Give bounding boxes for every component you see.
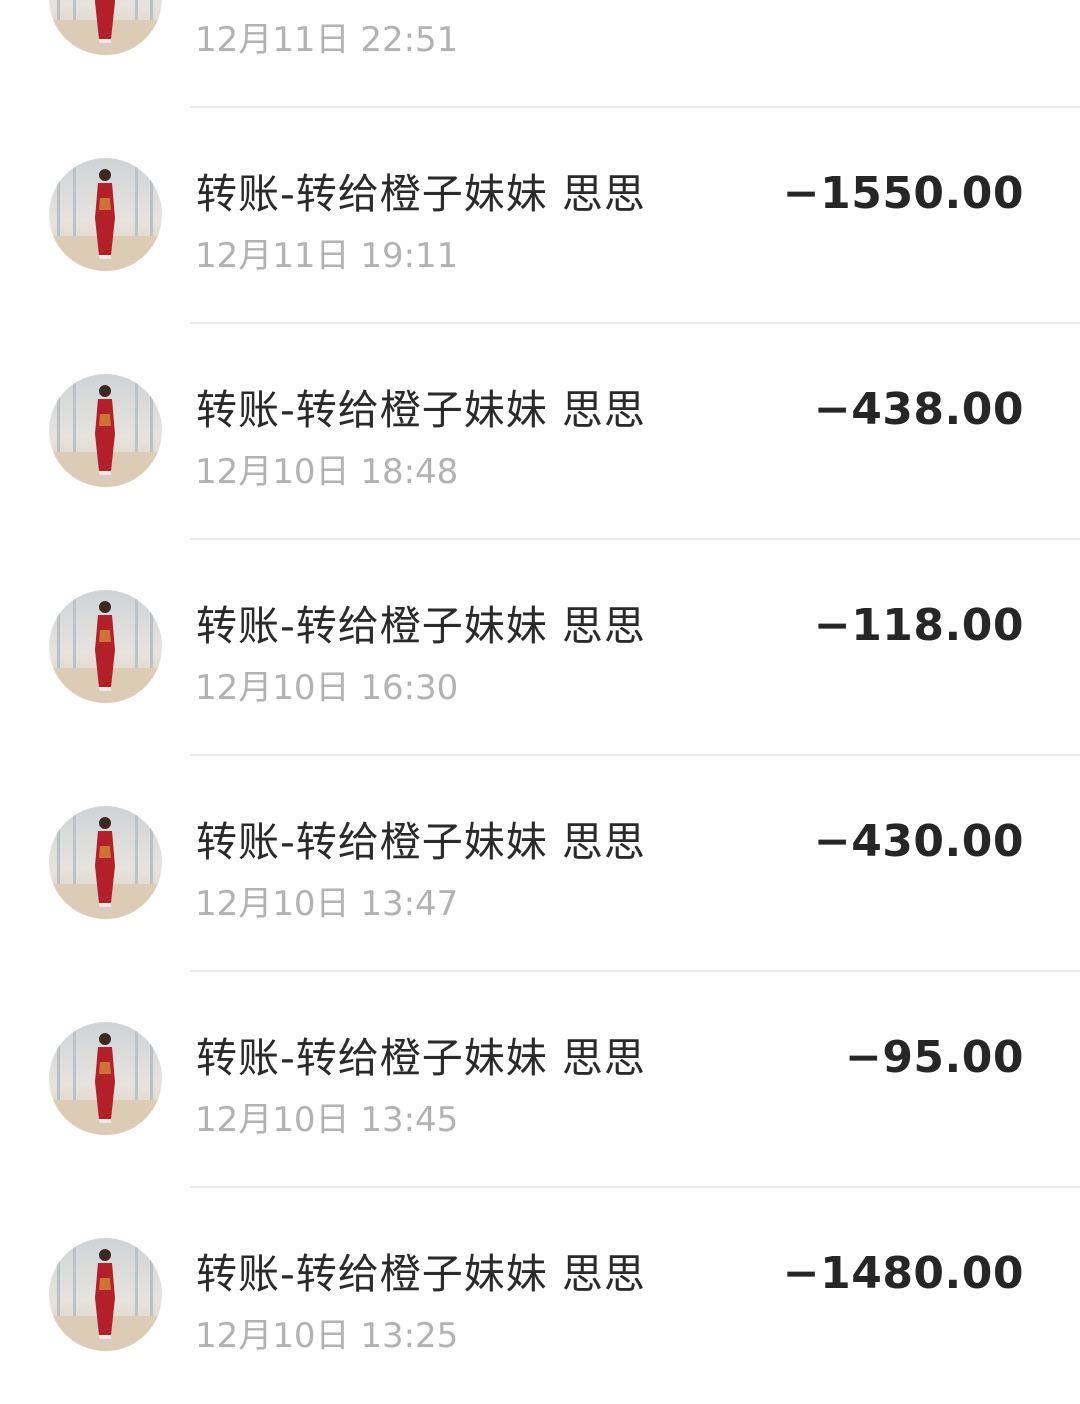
- transaction-amount: −118.00: [813, 600, 1024, 651]
- transaction-row[interactable]: 转账-转给橙子妹妹 思思 12月10日 13:47 −430.00: [0, 756, 1080, 972]
- transaction-time: 12月10日 13:25: [195, 1316, 459, 1356]
- transaction-time: 12月11日 19:11: [195, 236, 459, 276]
- transaction-time: 12月10日 13:47: [195, 884, 459, 924]
- contact-avatar: [49, 806, 162, 919]
- transaction-list: 12月11日 22:51 转账-转给橙子妹妹 思思 12月11日 19:11 −…: [0, 0, 1080, 1404]
- contact-avatar: [49, 158, 162, 271]
- transaction-row[interactable]: 转账-转给橙子妹妹 思思 12月11日 19:11 −1550.00: [0, 108, 1080, 324]
- avatar-photo-icon: [49, 158, 162, 271]
- transaction-title: 转账-转给橙子妹妹 思思: [196, 1250, 646, 1298]
- transaction-amount: −1550.00: [782, 168, 1024, 219]
- transaction-title: 转账-转给橙子妹妹 思思: [196, 1034, 646, 1082]
- transaction-time: 12月10日 16:30: [195, 668, 459, 708]
- avatar-photo-icon: [49, 0, 162, 55]
- transaction-row[interactable]: 转账-转给橙子妹妹 思思 12月10日 18:48 −438.00: [0, 324, 1080, 540]
- transaction-amount: −430.00: [813, 816, 1024, 867]
- avatar-photo-icon: [49, 1022, 162, 1135]
- transaction-amount: −438.00: [813, 384, 1024, 435]
- transaction-amount: −1480.00: [782, 1248, 1024, 1299]
- contact-avatar: [49, 1238, 162, 1351]
- avatar-photo-icon: [49, 374, 162, 487]
- transaction-title: 转账-转给橙子妹妹 思思: [196, 170, 646, 218]
- transaction-time: 12月10日 18:48: [195, 452, 459, 492]
- transaction-row[interactable]: 转账-转给橙子妹妹 思思 12月10日 13:25 −1480.00: [0, 1188, 1080, 1404]
- transaction-time: 12月10日 13:45: [195, 1100, 459, 1140]
- avatar-photo-icon: [49, 590, 162, 703]
- contact-avatar: [49, 590, 162, 703]
- transaction-title: 转账-转给橙子妹妹 思思: [196, 602, 646, 650]
- transaction-title: 转账-转给橙子妹妹 思思: [196, 386, 646, 434]
- transaction-amount: −95.00: [844, 1032, 1024, 1083]
- avatar-photo-icon: [49, 806, 162, 919]
- transaction-row[interactable]: 转账-转给橙子妹妹 思思 12月10日 13:45 −95.00: [0, 972, 1080, 1188]
- contact-avatar: [49, 374, 162, 487]
- avatar-photo-icon: [49, 1238, 162, 1351]
- transaction-row[interactable]: 转账-转给橙子妹妹 思思 12月10日 16:30 −118.00: [0, 540, 1080, 756]
- contact-avatar: [49, 0, 162, 55]
- contact-avatar: [49, 1022, 162, 1135]
- transaction-row[interactable]: 12月11日 22:51: [0, 0, 1080, 108]
- transaction-time: 12月11日 22:51: [195, 20, 459, 60]
- transaction-title: 转账-转给橙子妹妹 思思: [196, 818, 646, 866]
